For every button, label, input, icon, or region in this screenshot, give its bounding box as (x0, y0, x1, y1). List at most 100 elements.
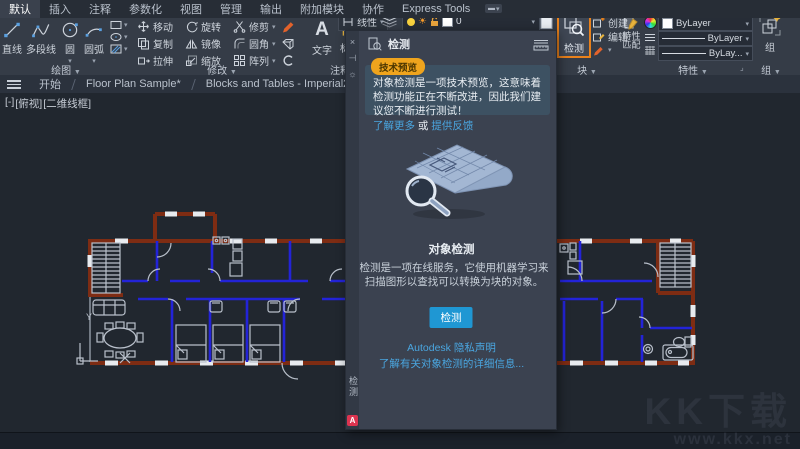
lineweight-sample (662, 53, 706, 54)
detect-action-button[interactable]: 检测 (430, 307, 473, 328)
match-properties-button[interactable]: 特性 匹配 (620, 15, 643, 50)
palette-title: 检测 (388, 36, 410, 52)
ribbon-tab-output[interactable]: 输出 (251, 0, 291, 18)
fillet-button[interactable]: 圆角▾ (233, 36, 279, 51)
chevron-down-icon: ▾ (608, 46, 612, 54)
minimize-ribbon-icon: ▬ (488, 5, 495, 12)
linetype-dropdown[interactable]: ByLayer ▾ (658, 31, 753, 46)
palette-properties-icon[interactable] (533, 39, 549, 51)
detect-ribbon-button[interactable]: 检测 (557, 12, 591, 58)
detect-doc-icon (368, 37, 382, 51)
text-icon: A (315, 19, 329, 41)
group-button[interactable]: 组 (754, 14, 786, 54)
circle-icon (60, 20, 80, 40)
ellipse-button[interactable]: ▾ (110, 32, 128, 42)
object-color-dropdown[interactable]: ByLayer ▾ (658, 16, 753, 31)
group-label: 组 (765, 39, 775, 54)
file-tab-blocks-tables[interactable]: Blocks and Tables - Imperial2* (196, 75, 364, 93)
viewport-minimize-control[interactable]: [-] (5, 96, 14, 111)
file-tab-floor-plan[interactable]: Floor Plan Sample* (76, 75, 191, 93)
autocad-window: 默认 插入 注释 参数化 视图 管理 输出 附加模块 协作 Express To… (0, 0, 800, 449)
linetype-value: ByLayer (708, 33, 743, 44)
chevron-down-icon: ▾ (272, 23, 276, 31)
viewport-controls: [-] [俯视] [二维线框] (5, 96, 91, 111)
palette-settings-icon[interactable]: ☼ (348, 70, 356, 79)
feedback-link[interactable]: 提供反馈 (431, 120, 473, 132)
arc-button[interactable]: 圆弧 ▾ (84, 20, 104, 65)
rotate-icon (185, 20, 198, 33)
close-icon[interactable]: × (350, 38, 355, 47)
line-label: 直线 (2, 41, 22, 56)
autodesk-logo-badge: A (347, 415, 358, 426)
properties-mini-tools (644, 16, 657, 55)
mirror-icon (185, 37, 198, 50)
properties-panel-label[interactable]: 特性 ▼ (640, 62, 746, 74)
viewport-visual-style-control[interactable]: [二维线框] (43, 96, 91, 111)
lineweight-dropdown[interactable]: ByLay... ▾ (658, 46, 753, 61)
line-button[interactable]: 直线 (2, 20, 22, 65)
detect-palette: × ⊣ ☼ 检测 A 检测 技术预览 对象检测是一项技术预览，这意味着检测功能正… (345, 30, 557, 430)
chevron-down-icon: ▾ (124, 21, 128, 29)
ribbon-tab-parametric[interactable]: 参数化 (120, 0, 171, 18)
ribbon-tab-addins[interactable]: 附加模块 (291, 0, 353, 18)
polyline-button[interactable]: 多段线 (26, 20, 56, 65)
group-panel-label[interactable]: 组 ▼ (748, 62, 794, 74)
chevron-down-icon: ▼ (774, 69, 781, 76)
ribbon-overflow-button[interactable]: ▬▾ (485, 4, 502, 13)
auto-hide-pin-icon[interactable]: ⊣ (349, 54, 357, 63)
arc-icon (84, 20, 104, 40)
detect-label: 检测 (564, 40, 584, 55)
ribbon-tab-manage[interactable]: 管理 (211, 0, 251, 18)
edit-block-icon (592, 30, 605, 43)
layer-thaw-sun-icon[interactable]: ☀ (418, 17, 427, 27)
move-button[interactable]: 移动 (137, 19, 183, 34)
chevron-down-icon: ▼ (230, 69, 237, 76)
erase-pencil-icon[interactable] (281, 20, 294, 33)
privacy-statement-link[interactable]: Autodesk 隐私声明 (407, 342, 496, 354)
rectangle-icon (110, 20, 122, 30)
file-tab-start[interactable]: 开始 (29, 75, 71, 93)
ribbon-tab-home[interactable]: 默认 (0, 0, 40, 18)
hamburger-menu-icon[interactable] (7, 80, 21, 93)
line-icon (2, 20, 22, 40)
explode-cube-icon[interactable] (281, 37, 294, 50)
circle-button[interactable]: 圆 ▾ (60, 20, 80, 65)
modify-panel-label[interactable]: 修改 ▼ (134, 62, 310, 74)
or-text: 或 (418, 120, 429, 132)
match-label-2: 匹配 (622, 41, 640, 50)
text-label: 文字 (312, 42, 332, 57)
palette-side-tab[interactable]: 检测 (347, 376, 360, 398)
rectangle-button[interactable]: ▾ (110, 20, 128, 30)
y-axis-marker: Y (86, 312, 92, 322)
rotate-button[interactable]: 旋转 (185, 19, 231, 34)
ribbon-tab-collaborate[interactable]: 协作 (353, 0, 393, 18)
copy-button[interactable]: 复制 (137, 36, 183, 51)
linetype-list-icon[interactable] (644, 33, 656, 42)
trim-button[interactable]: 修剪▾ (233, 19, 279, 34)
detect-details-link[interactable]: 了解有关对象检测的详细信息... (379, 358, 524, 370)
ribbon-tab-express-tools[interactable]: Express Tools (393, 0, 479, 18)
chevron-down-icon: ▾ (745, 35, 749, 43)
panel-expander-icon[interactable]: ⌟ (740, 63, 744, 72)
ribbon-tab-insert[interactable]: 插入 (40, 0, 80, 18)
viewport-view-control[interactable]: [俯视] (15, 96, 42, 111)
ribbon-tab-view[interactable]: 视图 (171, 0, 211, 18)
chevron-down-icon: ▾ (531, 18, 535, 26)
chevron-down-icon: ▼ (701, 69, 708, 76)
block-panel-label[interactable]: 块 ▼ (556, 62, 618, 74)
mirror-button[interactable]: 镜像 (185, 36, 231, 51)
move-icon (137, 20, 150, 33)
arc-label: 圆弧 (84, 41, 104, 56)
color-swatch (662, 18, 673, 29)
hatch-button[interactable]: ▾ (110, 44, 128, 54)
layer-on-bulb-icon[interactable] (407, 18, 415, 26)
polyline-icon (31, 20, 51, 40)
ribbon-tab-annotate[interactable]: 注释 (80, 0, 120, 18)
chevron-down-icon: ▾ (272, 40, 276, 48)
draw-panel-label[interactable]: 绘图 ▼ (0, 62, 132, 74)
lineweight-grid-icon[interactable] (644, 46, 656, 55)
circle-label: 圆 (65, 41, 75, 56)
text-button[interactable]: A 文字 (312, 19, 332, 57)
learn-more-link[interactable]: 了解更多 (373, 120, 415, 132)
chevron-down-icon: ▾ (745, 50, 749, 58)
